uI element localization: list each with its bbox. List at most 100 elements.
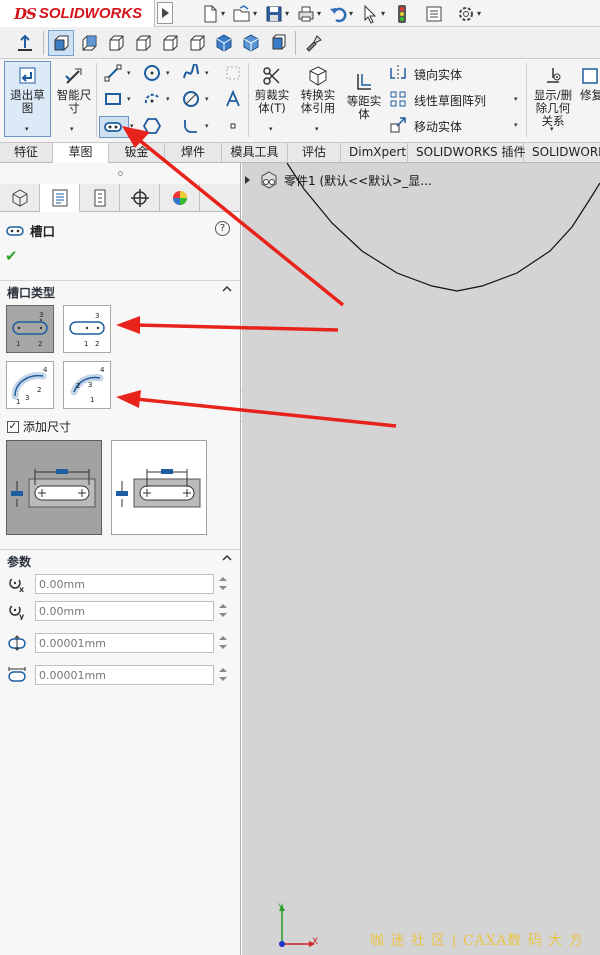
- circle-tool-button[interactable]: [141, 63, 163, 83]
- tab-dimxpert[interactable]: DimXpert: [341, 143, 408, 163]
- smart-dimension-button[interactable]: 智能尺 寸: [54, 65, 94, 115]
- center-y-field[interactable]: [35, 601, 214, 621]
- polygon-tool-button[interactable]: [141, 116, 163, 136]
- tab-solidworks-addins[interactable]: SOLIDWORKS 插件: [408, 143, 525, 163]
- view-left-button[interactable]: [103, 30, 129, 56]
- feature-tree-flyout[interactable]: 零件1 (默认<<默认>_显...: [245, 171, 432, 189]
- view-trimetric-button[interactable]: [238, 30, 264, 56]
- chevron-down-icon[interactable]: ▾: [205, 95, 209, 103]
- centerpoint-arc-slot-option[interactable]: 4 23 1: [63, 361, 111, 409]
- ellipse-tool-button[interactable]: [180, 89, 202, 109]
- select-button[interactable]: ▾: [360, 2, 390, 26]
- linear-pattern-button[interactable]: [387, 89, 409, 109]
- chevron-down-icon[interactable]: ▾: [70, 125, 74, 133]
- move-entities-button[interactable]: [387, 115, 409, 135]
- help-icon[interactable]: ?: [215, 221, 230, 236]
- point-tool-button[interactable]: [222, 116, 244, 136]
- collapse-up-icon[interactable]: [222, 284, 232, 294]
- slot-length-field[interactable]: [35, 665, 214, 685]
- view-back-button[interactable]: [76, 30, 102, 56]
- view-right-button[interactable]: [130, 30, 156, 56]
- collapse-up-icon[interactable]: [222, 553, 232, 563]
- tab-evaluate[interactable]: 评估: [288, 143, 341, 163]
- zoom-to-fit-button[interactable]: [300, 30, 326, 56]
- tab-feature-manager[interactable]: [0, 184, 40, 212]
- open-button[interactable]: ▾: [232, 2, 262, 26]
- slot-length-spinner[interactable]: [217, 665, 229, 685]
- tab-configuration-manager[interactable]: [80, 184, 120, 212]
- file-properties-button[interactable]: [424, 2, 454, 26]
- chevron-down-icon[interactable]: ▾: [166, 69, 170, 77]
- tree-expand-arrow-icon[interactable]: [245, 176, 250, 184]
- plane-tool-button[interactable]: [222, 63, 244, 83]
- straight-slot-option[interactable]: 3 1 2: [6, 305, 54, 353]
- chevron-down-icon[interactable]: ▾: [285, 9, 289, 18]
- center-x-field[interactable]: [35, 574, 214, 594]
- centerpoint-straight-slot-option[interactable]: 3 12: [63, 305, 111, 353]
- chevron-down-icon[interactable]: ▾: [205, 69, 209, 77]
- chevron-down-icon[interactable]: ▾: [381, 9, 385, 18]
- menu-expand-arrow-icon[interactable]: [157, 2, 173, 24]
- line-tool-button[interactable]: [102, 63, 124, 83]
- text-tool-button[interactable]: [222, 89, 244, 109]
- chevron-down-icon[interactable]: ▾: [166, 95, 170, 103]
- mirror-label[interactable]: 镜向实体: [414, 66, 462, 83]
- add-dimensions-row[interactable]: ✓ 添加尺寸: [7, 418, 71, 435]
- 3point-arc-slot-option[interactable]: 4 132: [6, 361, 54, 409]
- chevron-down-icon[interactable]: ▾: [477, 9, 481, 18]
- mirror-entities-button[interactable]: [387, 63, 409, 83]
- rebuild-button[interactable]: [392, 2, 422, 26]
- chevron-down-icon[interactable]: ▾: [349, 9, 353, 18]
- chevron-down-icon[interactable]: ▾: [25, 125, 29, 133]
- tab-display-manager[interactable]: [160, 184, 200, 212]
- chevron-down-icon[interactable]: ▾: [514, 121, 518, 129]
- slot-type-section-header[interactable]: 槽口类型: [0, 280, 240, 300]
- slot-width-spinner[interactable]: [217, 633, 229, 653]
- tab-dimxpert-manager[interactable]: [120, 184, 160, 212]
- options-button[interactable]: ▾: [456, 2, 486, 26]
- overall-length-dimension-option[interactable]: [6, 440, 102, 535]
- solidworks-logo[interactable]: DS SOLIDWORKS: [0, 0, 155, 27]
- undo-button[interactable]: ▾: [328, 2, 358, 26]
- center-to-center-dimension-option[interactable]: [111, 440, 207, 535]
- tab-mold-tools[interactable]: 模具工具: [222, 143, 288, 163]
- center-x-spinner[interactable]: [217, 574, 229, 594]
- center-y-spinner[interactable]: [217, 601, 229, 621]
- convert-entities-button[interactable]: 转换实 体引用: [296, 65, 340, 115]
- spline-tool-button[interactable]: [180, 63, 202, 83]
- view-dimetric-button[interactable]: [265, 30, 291, 56]
- panel-grip[interactable]: [0, 163, 240, 184]
- add-dimensions-checkbox[interactable]: ✓: [7, 420, 19, 433]
- view-front-button[interactable]: [48, 30, 74, 56]
- graphics-area[interactable]: [242, 163, 600, 955]
- tab-solidworks-more[interactable]: SOLIDWORKS: [524, 143, 600, 163]
- normal-to-button[interactable]: [12, 30, 38, 56]
- tab-features[interactable]: 特征: [0, 143, 53, 163]
- chevron-down-icon[interactable]: ▾: [221, 9, 225, 18]
- chevron-down-icon[interactable]: ▾: [130, 122, 134, 130]
- view-top-button[interactable]: [157, 30, 183, 56]
- chevron-down-icon[interactable]: ▾: [127, 69, 131, 77]
- slot-width-field[interactable]: [35, 633, 214, 653]
- new-document-button[interactable]: ▾: [200, 2, 230, 26]
- offset-entities-button[interactable]: 等距实 体: [342, 71, 386, 121]
- save-button[interactable]: ▾: [264, 2, 294, 26]
- move-label[interactable]: 移动实体: [414, 118, 462, 135]
- view-bottom-button[interactable]: [184, 30, 210, 56]
- tab-sketch[interactable]: 草图: [53, 143, 109, 163]
- ok-check-icon[interactable]: ✔: [5, 247, 18, 265]
- chevron-down-icon[interactable]: ▾: [550, 125, 554, 133]
- chevron-down-icon[interactable]: ▾: [253, 9, 257, 18]
- tab-property-manager[interactable]: [40, 184, 80, 212]
- trim-entities-button[interactable]: 剪裁实 体(T): [250, 65, 294, 115]
- display-delete-relations-button[interactable]: 显示/删 除几何 关系: [530, 65, 576, 128]
- chevron-down-icon[interactable]: ▾: [317, 9, 321, 18]
- arc-tool-button[interactable]: [141, 89, 163, 109]
- chevron-down-icon[interactable]: ▾: [127, 95, 131, 103]
- view-isometric-button[interactable]: [211, 30, 237, 56]
- tab-weldments[interactable]: 焊件: [165, 143, 222, 163]
- chevron-down-icon[interactable]: ▾: [269, 125, 273, 133]
- chevron-down-icon[interactable]: ▾: [315, 125, 319, 133]
- parameters-section-header[interactable]: 参数: [0, 549, 240, 569]
- chevron-down-icon[interactable]: ▾: [514, 95, 518, 103]
